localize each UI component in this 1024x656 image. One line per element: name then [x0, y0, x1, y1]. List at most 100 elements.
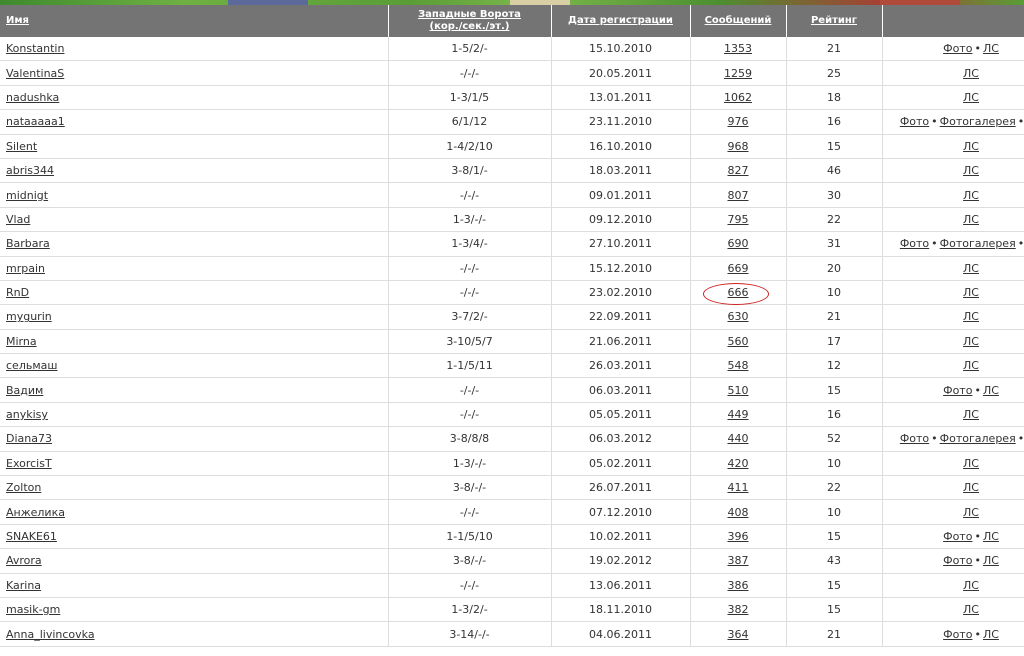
member-messages-link[interactable]: 548: [728, 359, 749, 372]
member-messages-link[interactable]: 560: [728, 335, 749, 348]
member-reg-date-cell: 23.11.2010: [551, 109, 691, 135]
member-messages-link[interactable]: 387: [728, 554, 749, 567]
member-messages-link[interactable]: 396: [728, 530, 749, 543]
private-message-link[interactable]: ЛС: [963, 457, 979, 470]
member-messages-link[interactable]: 827: [728, 164, 749, 177]
member-name-link[interactable]: Barbara: [6, 237, 50, 250]
private-message-link[interactable]: ЛС: [963, 189, 979, 202]
member-messages-link[interactable]: 382: [728, 603, 749, 616]
table-row: Konstantin 1-5/2/- 15.10.2010 1353 21 Фото • ЛС: [0, 37, 1024, 62]
member-messages-link[interactable]: 408: [728, 506, 749, 519]
member-messages-link[interactable]: 1353: [724, 42, 752, 55]
private-message-link[interactable]: ЛС: [983, 628, 999, 641]
member-name-link[interactable]: masik-gm: [6, 603, 60, 616]
member-messages-link[interactable]: 976: [728, 115, 749, 128]
photo-link[interactable]: Фото: [943, 530, 972, 543]
member-name-link[interactable]: Karina: [6, 579, 41, 592]
private-message-link[interactable]: ЛС: [963, 408, 979, 421]
member-name-link[interactable]: RnD: [6, 286, 29, 299]
photo-link[interactable]: Фото: [943, 384, 972, 397]
private-message-link[interactable]: ЛС: [983, 530, 999, 543]
member-messages-link[interactable]: 411: [728, 481, 749, 494]
member-messages-link[interactable]: 968: [728, 140, 749, 153]
photo-gallery-link[interactable]: Фотогалерея: [940, 237, 1016, 250]
sort-by-name-link[interactable]: Имя: [6, 15, 29, 26]
private-message-link[interactable]: ЛС: [963, 286, 979, 299]
member-name-link[interactable]: anykisy: [6, 408, 48, 421]
member-messages-link[interactable]: 386: [728, 579, 749, 592]
member-gate-cell: -/-/-: [388, 256, 552, 281]
member-name-link[interactable]: Avrora: [6, 554, 42, 567]
private-message-link[interactable]: ЛС: [963, 213, 979, 226]
member-messages-link[interactable]: 364: [728, 628, 749, 641]
sort-by-reg-date-link[interactable]: Дата регистрации: [568, 15, 673, 26]
link-separator: •: [1017, 432, 1024, 446]
private-message-link[interactable]: ЛС: [963, 359, 979, 372]
member-reg-date-cell: 07.12.2010: [551, 499, 691, 525]
member-name-link[interactable]: midnigt: [6, 189, 48, 202]
member-messages-link[interactable]: 630: [728, 310, 749, 323]
member-name-link[interactable]: Konstantin: [6, 42, 64, 55]
member-messages-link[interactable]: 690: [728, 237, 749, 250]
member-messages-link[interactable]: 440: [728, 432, 749, 445]
sort-by-rating-link[interactable]: Рейтинг: [811, 15, 857, 26]
member-messages-link[interactable]: 795: [728, 213, 749, 226]
private-message-link[interactable]: ЛС: [963, 140, 979, 153]
member-name-link[interactable]: mygurin: [6, 310, 52, 323]
member-name-link[interactable]: Mirna: [6, 335, 37, 348]
private-message-link[interactable]: ЛС: [963, 91, 979, 104]
member-messages-cell: 386: [690, 573, 787, 598]
member-name-link[interactable]: abris344: [6, 164, 54, 177]
table-row: mygurin 3-7/2/- 22.09.2011 630 21 ЛС: [0, 304, 1024, 330]
sort-by-messages-link[interactable]: Сообщений: [705, 15, 772, 26]
photo-link[interactable]: Фото: [943, 554, 972, 567]
photo-gallery-link[interactable]: Фотогалерея: [940, 115, 1016, 128]
member-name-link[interactable]: nadushka: [6, 91, 59, 104]
member-name-cell: Вадим: [0, 377, 389, 403]
member-name-link[interactable]: Вадим: [6, 384, 43, 397]
member-name-link[interactable]: Анжелика: [6, 506, 65, 519]
private-message-link[interactable]: ЛС: [963, 506, 979, 519]
member-messages-link[interactable]: 807: [728, 189, 749, 202]
member-messages-link[interactable]: 510: [728, 384, 749, 397]
private-message-link[interactable]: ЛС: [963, 603, 979, 616]
private-message-link[interactable]: ЛС: [963, 310, 979, 323]
photo-link[interactable]: Фото: [900, 432, 929, 445]
photo-link[interactable]: Фото: [900, 237, 929, 250]
private-message-link[interactable]: ЛС: [983, 42, 999, 55]
member-name-link[interactable]: SNAKE61: [6, 530, 57, 543]
member-messages-link[interactable]: 449: [728, 408, 749, 421]
member-name-link[interactable]: mrpain: [6, 262, 45, 275]
member-links-cell: ЛС: [882, 85, 1024, 111]
member-name-link[interactable]: nataaaaa1: [6, 115, 65, 128]
photo-gallery-link[interactable]: Фотогалерея: [940, 432, 1016, 445]
member-name-link[interactable]: сельмаш: [6, 359, 57, 372]
private-message-link[interactable]: ЛС: [963, 481, 979, 494]
member-name-link[interactable]: Diana73: [6, 432, 52, 445]
member-name-link[interactable]: ExorcisT: [6, 457, 52, 470]
photo-link[interactable]: Фото: [943, 628, 972, 641]
member-messages-link[interactable]: 420: [728, 457, 749, 470]
member-messages-link[interactable]: 669: [728, 262, 749, 275]
member-rating-cell: 10: [786, 280, 883, 306]
member-rating-cell: 22: [786, 207, 883, 233]
member-gate-cell: 1-5/2/-: [388, 37, 552, 62]
member-name-link[interactable]: Anna_livincovka: [6, 628, 95, 641]
photo-link[interactable]: Фото: [900, 115, 929, 128]
sort-by-gate-link[interactable]: Западные Ворота (кор./сек./эт.): [418, 9, 521, 32]
member-messages-link[interactable]: 1062: [724, 91, 752, 104]
private-message-link[interactable]: ЛС: [983, 384, 999, 397]
member-name-link[interactable]: Zolton: [6, 481, 41, 494]
member-messages-link[interactable]: 1259: [724, 67, 752, 80]
private-message-link[interactable]: ЛС: [963, 164, 979, 177]
member-name-link[interactable]: Silent: [6, 140, 37, 153]
private-message-link[interactable]: ЛС: [963, 335, 979, 348]
private-message-link[interactable]: ЛС: [963, 67, 979, 80]
member-name-link[interactable]: ValentinaS: [6, 67, 64, 80]
private-message-link[interactable]: ЛС: [963, 262, 979, 275]
member-name-link[interactable]: Vlad: [6, 213, 30, 226]
private-message-link[interactable]: ЛС: [963, 579, 979, 592]
photo-link[interactable]: Фото: [943, 42, 972, 55]
member-messages-link[interactable]: 666: [728, 286, 749, 299]
private-message-link[interactable]: ЛС: [983, 554, 999, 567]
